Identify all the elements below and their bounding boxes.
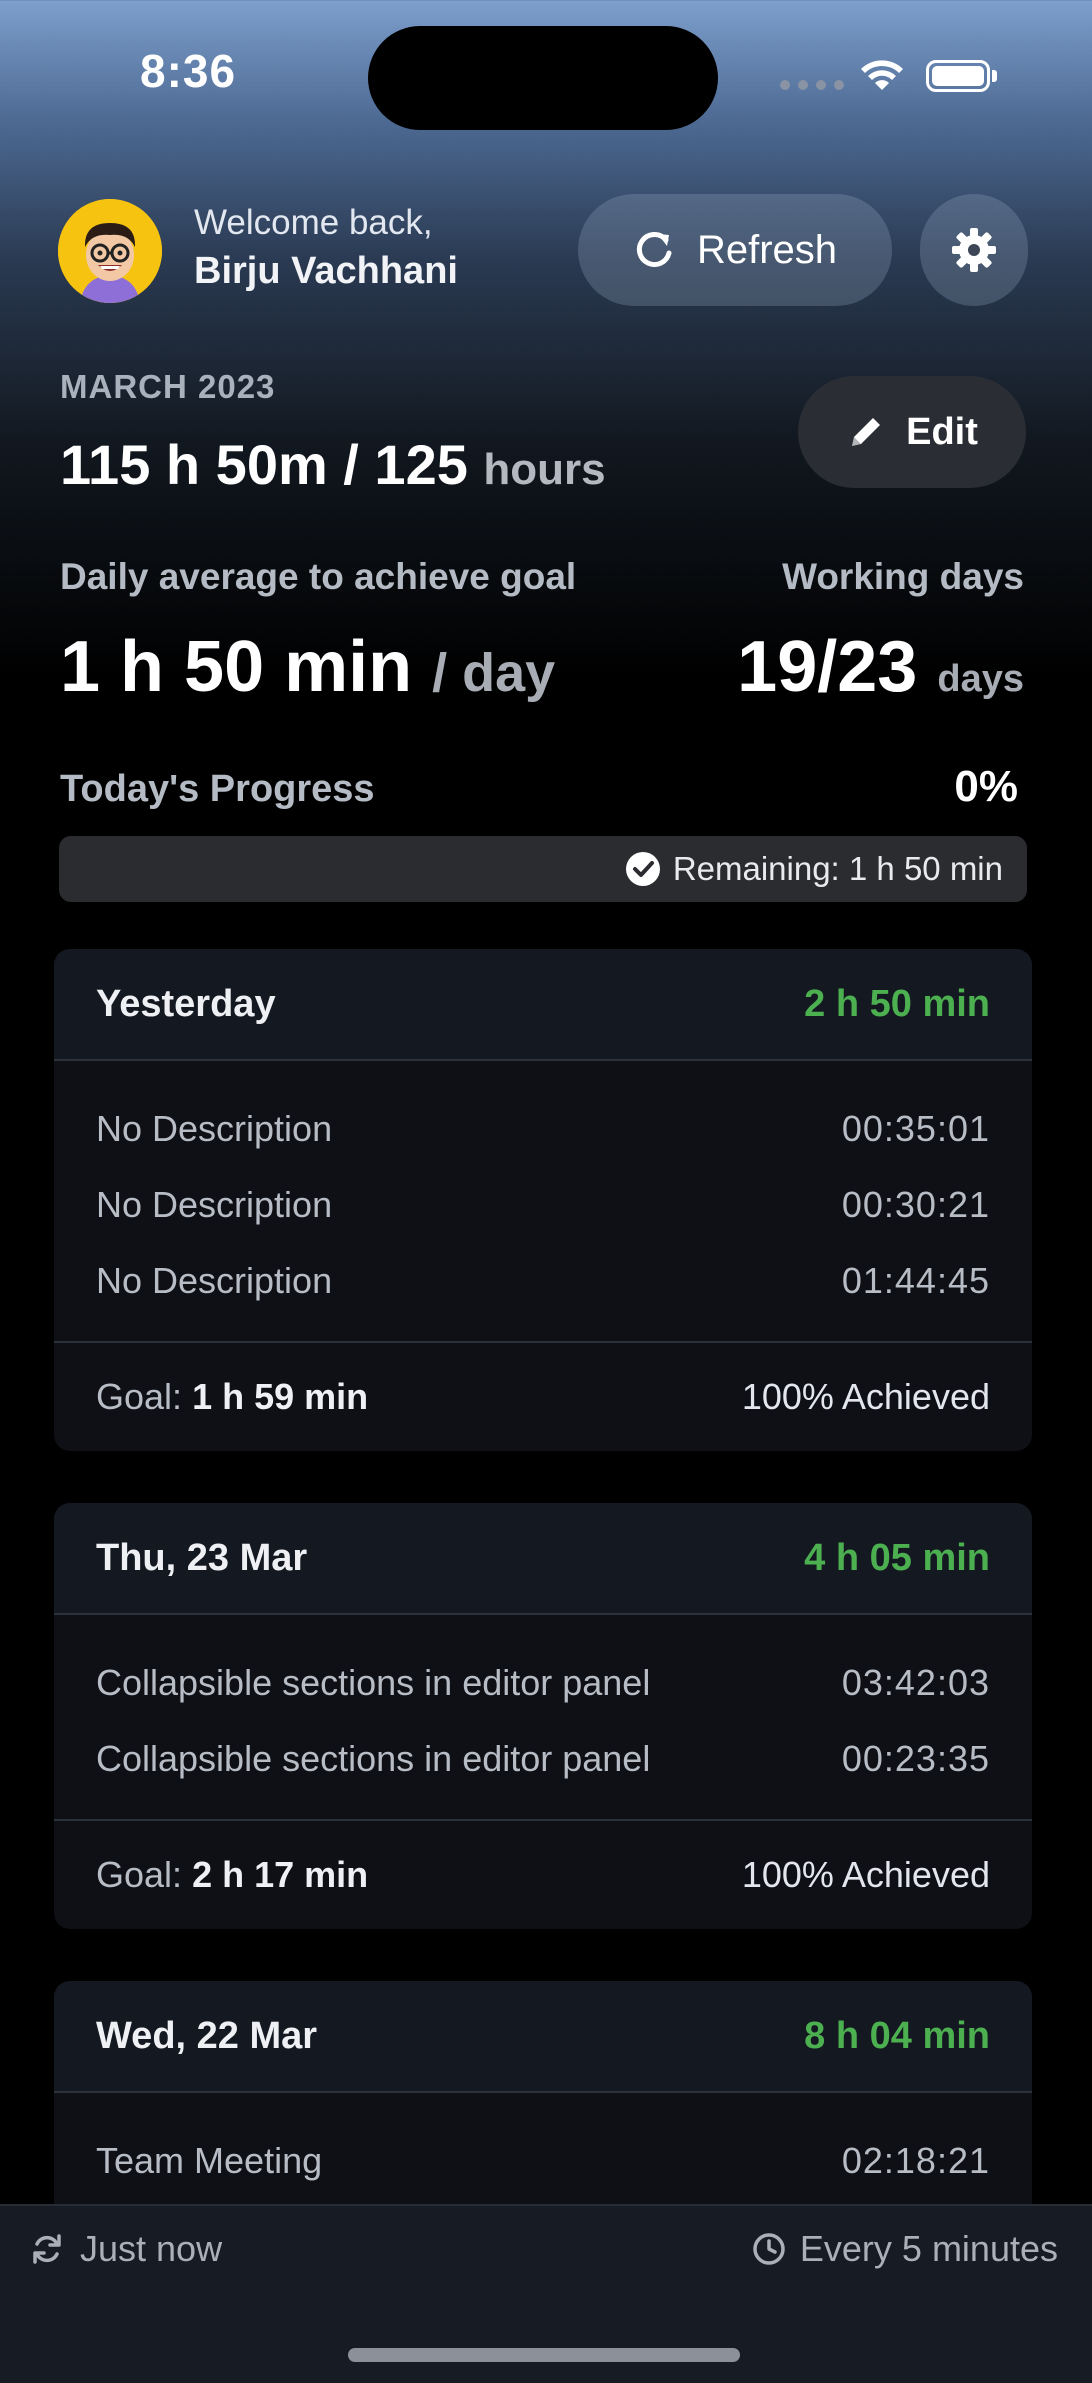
working-days-label: Working days [782,556,1024,597]
status-bar-time: 8:36 [140,45,237,97]
entry-duration: 03:42:03 [841,1662,990,1703]
working-days-number: 19/23 [737,627,918,707]
entry-duration: 00:23:35 [841,1738,990,1779]
remaining-indicator: Remaining: 1 h 50 min [625,836,1003,902]
entry-duration: 01:44:45 [841,1260,990,1301]
list-item[interactable]: Collapsible sections in editor panel 03:… [96,1645,990,1721]
day-card-header[interactable]: Wed, 22 Mar 8 h 04 min [54,1981,1032,2093]
last-sync-status[interactable]: Just now [30,2228,222,2270]
month-label: MARCH 2023 [60,368,276,405]
refresh-button[interactable]: Refresh [578,194,892,306]
entry-list: No Description 00:35:01 No Description 0… [54,1061,1032,1343]
todays-progress-percent: 0% [954,762,1018,811]
day-card-header[interactable]: Yesterday 2 h 50 min [54,949,1032,1061]
wifi-icon [861,60,903,90]
refresh-interval[interactable]: Every 5 minutes [752,2228,1058,2270]
entry-description: Collapsible sections in editor panel [96,1738,651,1779]
entry-description: No Description [96,1108,333,1149]
sync-icon [33,2234,61,2264]
edit-label: Edit [906,410,978,453]
goal-label: Goal: [96,1376,183,1417]
achieved-status: 100% Achieved [741,1376,990,1417]
daily-average-value: 1 h 50 min / day [60,626,555,708]
entry-list: Team Meeting 02:18:21 [54,2093,1032,2221]
entry-description: Team Meeting [96,2140,323,2181]
list-item[interactable]: Collapsible sections in editor panel 00:… [96,1721,990,1797]
goal-text: Goal: 2 h 17 min [96,1854,368,1896]
working-days-value: 19/23 days [737,626,1024,708]
avatar[interactable] [58,199,162,303]
day-total: 2 h 50 min [804,982,990,1025]
avatar-illustration [58,199,162,303]
entry-description: Collapsible sections in editor panel [96,1662,651,1703]
refresh-icon [636,232,672,267]
goal-value: 1 h 59 min [192,1376,369,1417]
day-card[interactable]: Thu, 23 Mar 4 h 05 min Collapsible secti… [54,1503,1032,1929]
todays-progress-label: Today's Progress [60,768,375,810]
working-days-unit: days [937,658,1024,700]
entry-list: Collapsible sections in editor panel 03:… [54,1615,1032,1821]
refresh-interval-text: Every 5 minutes [799,2228,1058,2269]
day-total: 8 h 04 min [804,2014,990,2057]
dynamic-island [368,26,718,130]
last-sync-text: Just now [80,2228,223,2269]
goal-label: Goal: [96,1854,183,1895]
day-title: Thu, 23 Mar [96,1536,308,1579]
battery-tip [992,70,997,82]
edit-goal-button[interactable]: Edit [798,376,1026,488]
hours-logged-value: 115 h 50m / 125 [60,433,468,496]
gear-icon [952,228,996,272]
daily-average-label: Daily average to achieve goal [60,556,577,597]
goal-value: 2 h 17 min [192,1854,369,1895]
entry-duration: 02:18:21 [841,2140,990,2181]
hours-unit: hours [483,445,606,494]
day-title: Wed, 22 Mar [96,2014,318,2057]
refresh-label: Refresh [696,227,838,272]
achieved-status: 100% Achieved [741,1854,990,1895]
pencil-icon [852,418,881,446]
day-title: Yesterday [96,982,276,1025]
user-name: Birju Vachhani [194,250,458,292]
day-card-footer: Goal: 1 h 59 min 100% Achieved [54,1343,1032,1451]
day-total: 4 h 05 min [804,1536,990,1579]
entry-duration: 00:30:21 [841,1184,990,1225]
remaining-text: Remaining: 1 h 50 min [672,850,1003,887]
check-circle-icon [625,852,660,886]
list-item[interactable]: No Description 00:35:01 [96,1091,990,1167]
settings-button[interactable] [920,194,1028,306]
entry-description: No Description [96,1184,333,1225]
day-card-footer: Goal: 2 h 17 min 100% Achieved [54,1821,1032,1929]
day-card[interactable]: Wed, 22 Mar 8 h 04 min Team Meeting 02:1… [54,1981,1032,2221]
day-card[interactable]: Yesterday 2 h 50 min No Description 00:3… [54,949,1032,1451]
hours-logged: 115 h 50m / 125 hours [60,432,606,497]
daily-average-unit: / day [432,643,556,703]
todays-progress-bar: Remaining: 1 h 50 min [59,836,1027,902]
home-indicator[interactable] [348,2348,740,2362]
entry-duration: 00:35:01 [841,1108,990,1149]
daily-average-number: 1 h 50 min [60,627,413,707]
list-item[interactable]: No Description 01:44:45 [96,1243,990,1319]
battery-icon [926,60,990,92]
goal-text: Goal: 1 h 59 min [96,1376,368,1418]
entry-description: No Description [96,1260,333,1301]
welcome-text: Welcome back, [194,203,433,242]
list-item[interactable]: No Description 00:30:21 [96,1167,990,1243]
cellular-signal-icon [780,80,844,90]
day-card-header[interactable]: Thu, 23 Mar 4 h 05 min [54,1503,1032,1615]
list-item[interactable]: Team Meeting 02:18:21 [96,2123,990,2199]
clock-icon [753,2233,785,2265]
